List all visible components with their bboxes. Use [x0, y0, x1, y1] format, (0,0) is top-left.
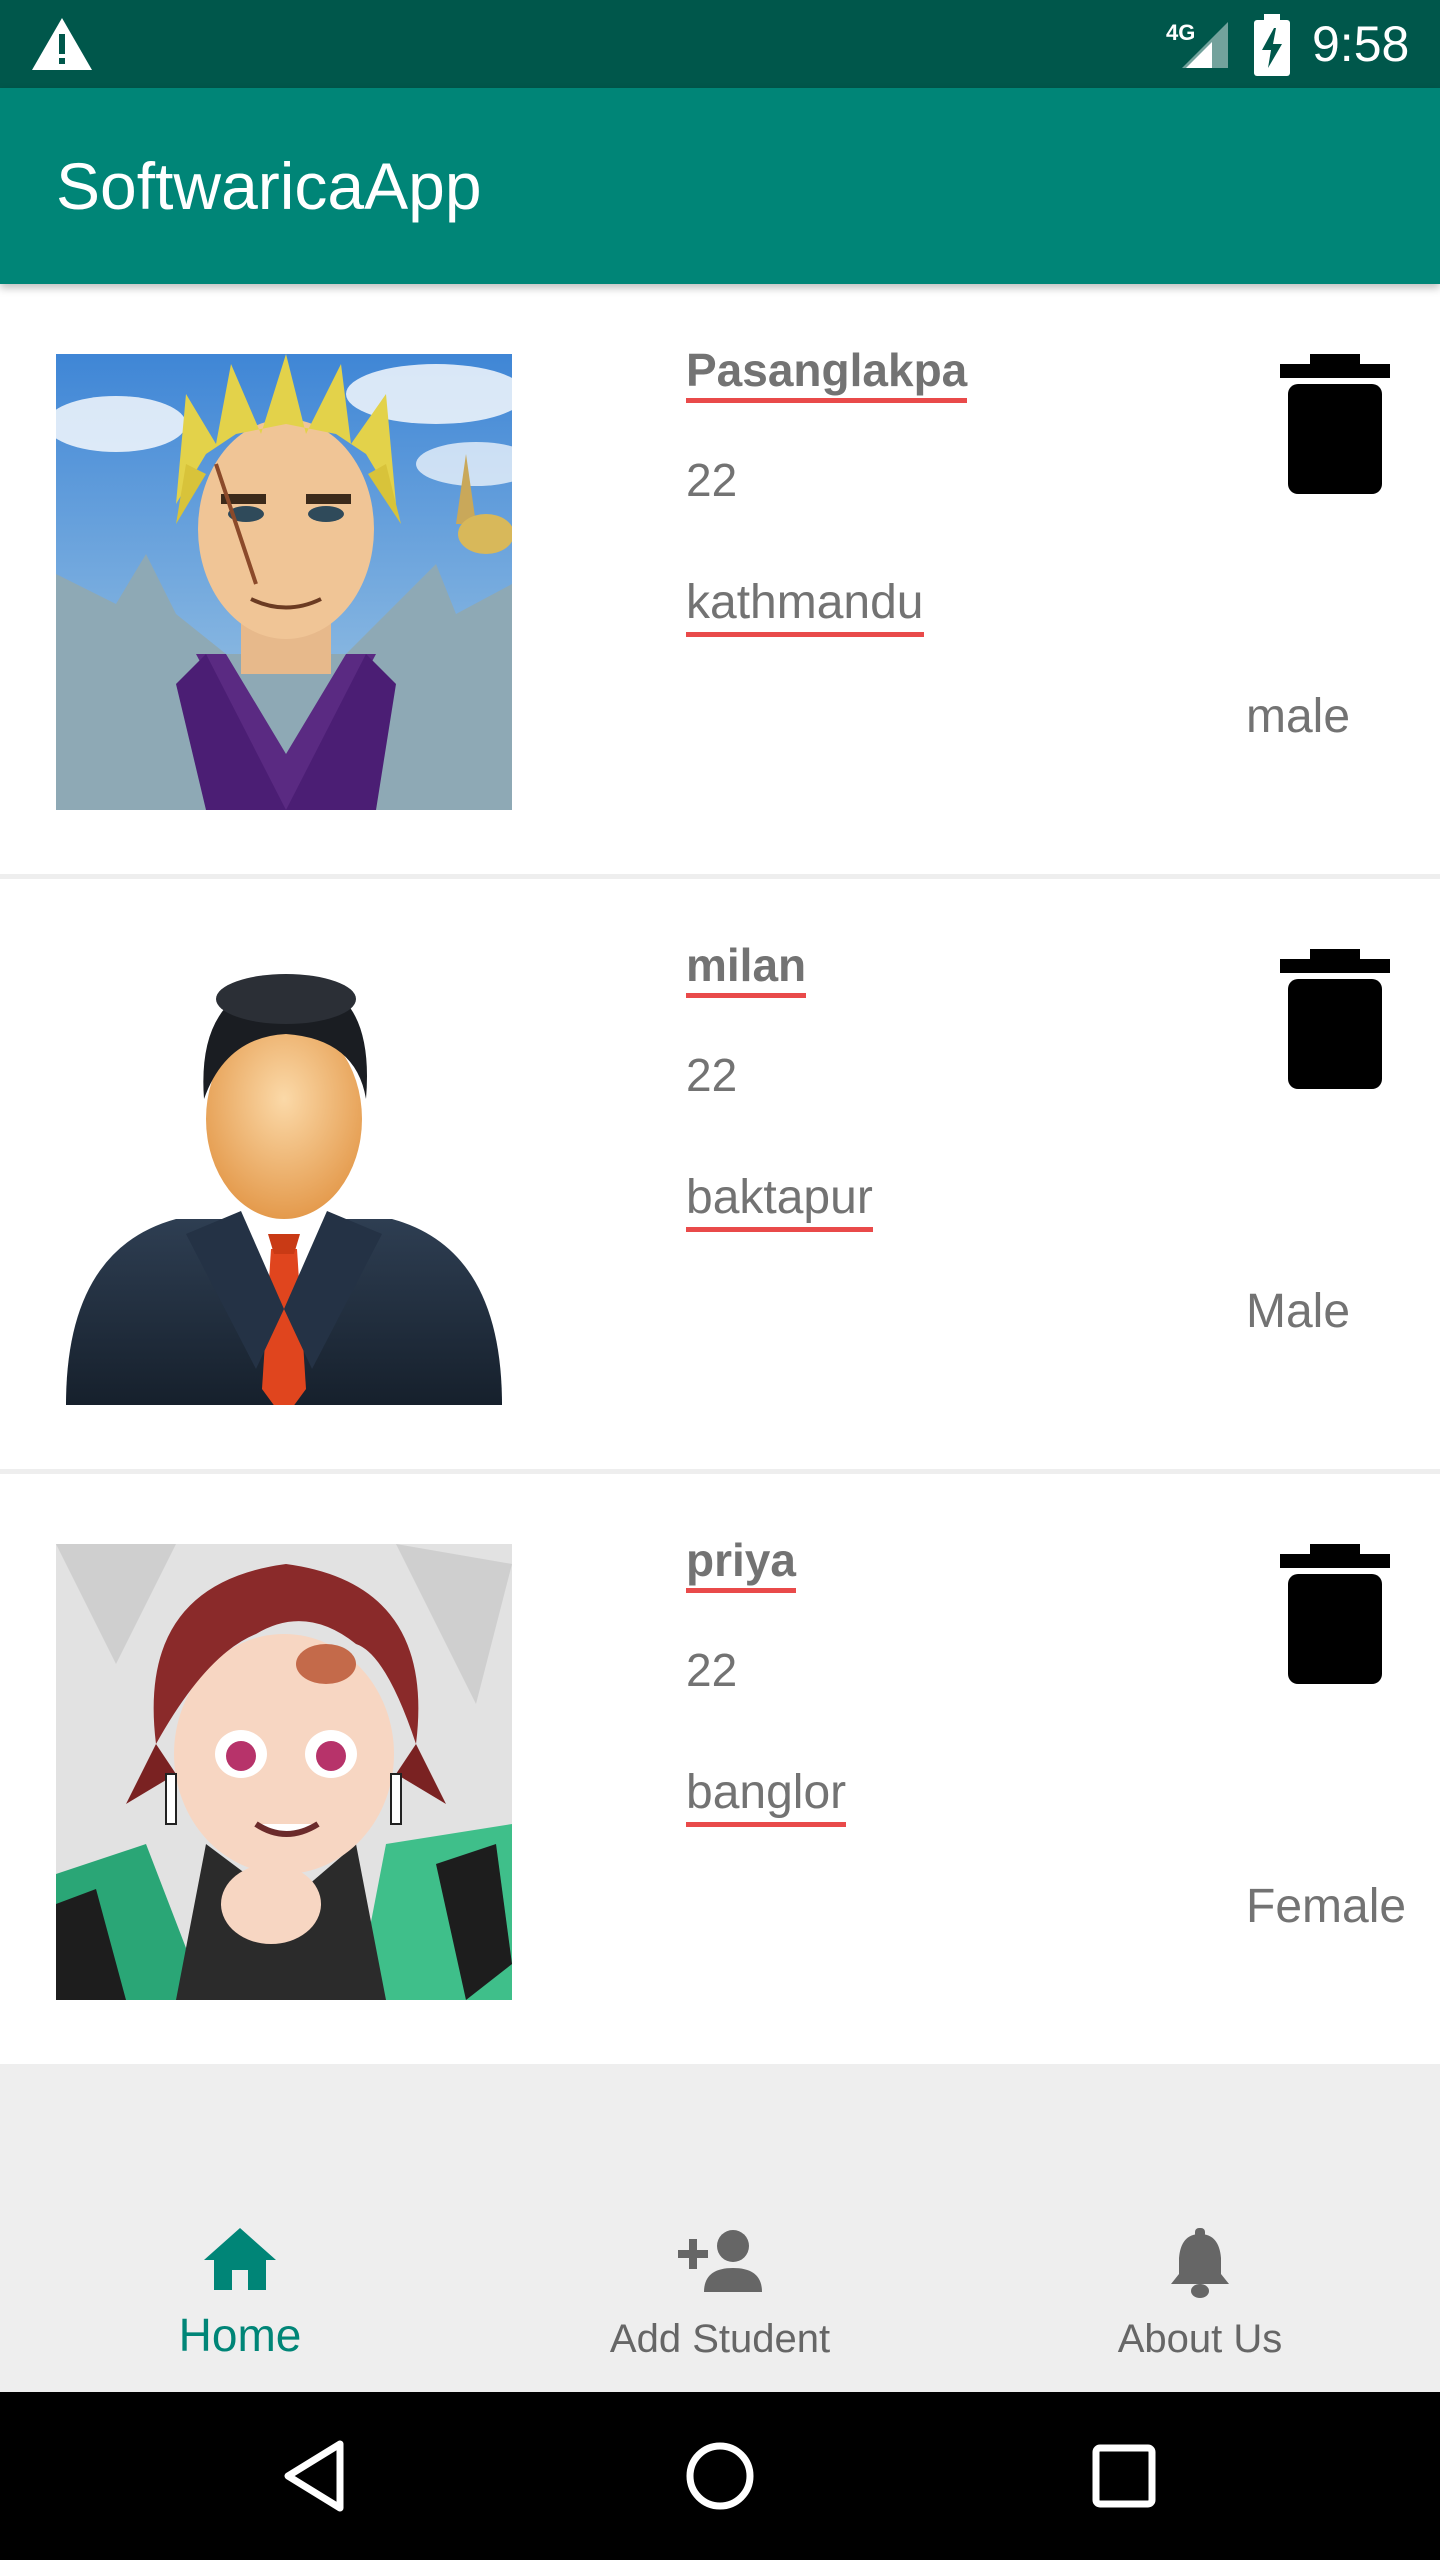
- system-navigation-bar: [0, 2392, 1440, 2560]
- nav-about-us-label: About Us: [1117, 2317, 1283, 2361]
- app-title: SoftwaricaApp: [56, 149, 482, 223]
- student-age: 22: [686, 454, 738, 506]
- nav-home-label: Home: [178, 2309, 302, 2361]
- recents-icon[interactable]: [1084, 2436, 1164, 2516]
- trash-icon[interactable]: [1280, 354, 1390, 494]
- status-clock: 9:58: [1312, 16, 1410, 72]
- student-avatar: [56, 949, 512, 1405]
- app-bar: SoftwaricaApp: [0, 88, 1440, 284]
- student-gender: Female: [1246, 1880, 1407, 1933]
- student-card[interactable]: milan 22 baktapur Male: [0, 879, 1440, 1469]
- bottom-navigation: Home Add Student About Us: [0, 2180, 1440, 2392]
- student-avatar: [56, 1544, 512, 2000]
- battery-charging-icon: [1254, 14, 1290, 76]
- network-type-label: 4G: [1166, 20, 1196, 45]
- student-address[interactable]: baktapur: [686, 1171, 873, 1232]
- warning-icon: [32, 18, 92, 70]
- student-gender: male: [1246, 690, 1351, 743]
- student-card[interactable]: priya 22 banglor Female: [0, 1474, 1440, 2064]
- student-card[interactable]: Pasanglakpa 22 kathmandu male: [0, 284, 1440, 874]
- nav-about-us[interactable]: About Us: [960, 2180, 1440, 2392]
- student-name[interactable]: milan: [686, 939, 807, 998]
- home-icon: [204, 2228, 276, 2290]
- student-name[interactable]: priya: [686, 1534, 796, 1593]
- businessman-avatar: [56, 949, 512, 1405]
- student-address[interactable]: banglor: [686, 1766, 847, 1827]
- bell-icon: [1171, 2228, 1229, 2298]
- student-name[interactable]: Pasanglakpa: [686, 344, 968, 403]
- student-gender: Male: [1246, 1285, 1351, 1338]
- trash-icon[interactable]: [1280, 1544, 1390, 1684]
- back-icon[interactable]: [276, 2436, 356, 2516]
- student-age: 22: [686, 1644, 738, 1696]
- student-address[interactable]: kathmandu: [686, 576, 924, 637]
- student-avatar: [56, 354, 512, 810]
- status-bar: 4G 9:58: [0, 0, 1440, 88]
- student-age: 22: [686, 1049, 738, 1101]
- anime-blond-man-avatar: [56, 354, 512, 810]
- nav-home[interactable]: Home: [0, 2180, 480, 2392]
- anime-red-hair-avatar: [56, 1544, 512, 2000]
- add-person-icon: [678, 2230, 762, 2292]
- home-circle-icon[interactable]: [680, 2436, 760, 2516]
- nav-add-student[interactable]: Add Student: [480, 2180, 960, 2392]
- student-list[interactable]: Pasanglakpa 22 kathmandu male milan 22 b…: [0, 284, 1440, 2069]
- nav-add-student-label: Add Student: [609, 2317, 831, 2361]
- trash-icon[interactable]: [1280, 949, 1390, 1089]
